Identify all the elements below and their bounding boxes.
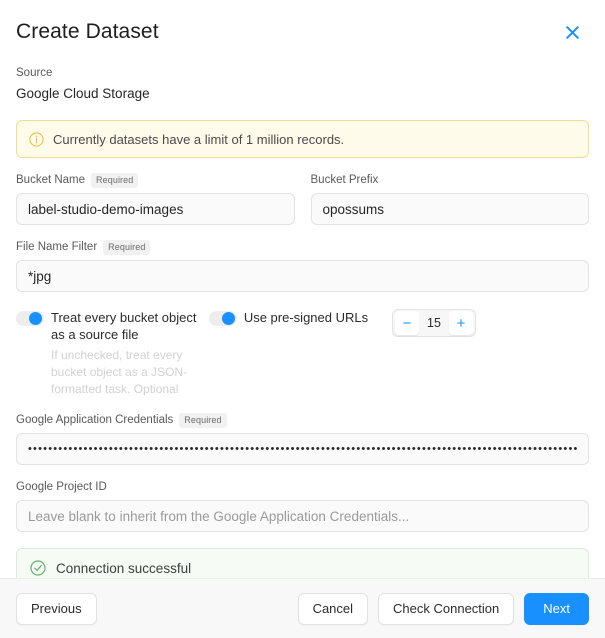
google-project-id-field: Google Project ID: [16, 480, 589, 532]
stepper-decrement-button[interactable]: −: [395, 311, 419, 335]
dialog-footer: Previous Cancel Check Connection Next: [0, 578, 605, 638]
google-project-id-row: Google Project ID: [16, 480, 589, 532]
required-badge: Required: [103, 240, 151, 255]
toggle-knob: [29, 312, 42, 325]
use-presigned-urls-label: Use pre-signed URLs: [243, 310, 369, 325]
previous-button[interactable]: Previous: [16, 592, 97, 625]
google-project-id-label-text: Google Project ID: [16, 481, 107, 493]
google-application-credentials-label: Google Application Credentials Required: [16, 413, 589, 428]
close-icon[interactable]: [559, 19, 585, 45]
file-name-filter-label-text: File Name Filter: [16, 241, 98, 253]
treat-every-bucket-object-label: Treat every bucket object as a source fi…: [51, 310, 197, 342]
dialog-body: Source Google Cloud Storage Currently da…: [0, 46, 605, 578]
bucket-name-field: Bucket Name Required: [16, 173, 295, 225]
bucket-row: Bucket Name Required Bucket Prefix: [16, 173, 589, 225]
file-name-filter-input[interactable]: [16, 260, 589, 292]
status-banner-text: Connection successful: [56, 560, 192, 576]
next-button[interactable]: Next: [524, 592, 589, 625]
google-application-credentials-field: Google Application Credentials Required: [16, 413, 589, 465]
google-project-id-input[interactable]: [16, 500, 589, 532]
create-dataset-dialog: Create Dataset Source Google Cloud Stora…: [0, 0, 605, 638]
dialog-header: Create Dataset: [0, 0, 605, 46]
source-label: Source: [16, 67, 53, 79]
bucket-prefix-field: Bucket Prefix: [310, 173, 590, 225]
expire-minutes-stepper[interactable]: − 15 +: [392, 309, 476, 337]
bucket-prefix-input[interactable]: [310, 193, 589, 225]
google-application-credentials-row: Google Application Credentials Required: [16, 413, 589, 465]
info-circle-icon: [29, 131, 44, 147]
file-name-filter-field: File Name Filter Required: [16, 240, 589, 292]
bucket-name-input[interactable]: [16, 193, 295, 225]
use-presigned-urls-toggle[interactable]: [208, 311, 237, 326]
google-project-id-label: Google Project ID: [16, 480, 589, 495]
treat-every-bucket-object-helper-text: If unchecked, treat every bucket object …: [51, 348, 188, 396]
bucket-prefix-label-text: Bucket Prefix: [310, 174, 379, 186]
stepper-value: 15: [427, 316, 441, 330]
bucket-name-label: Bucket Name Required: [16, 173, 295, 188]
warning-banner: Currently datasets have a limit of 1 mil…: [16, 120, 589, 158]
warning-text: Currently datasets have a limit of 1 mil…: [53, 131, 345, 147]
file-name-filter-label: File Name Filter Required: [16, 240, 589, 255]
bucket-prefix-label: Bucket Prefix: [311, 173, 590, 188]
check-connection-button[interactable]: Check Connection: [378, 592, 515, 625]
treat-every-bucket-object-toggle[interactable]: [16, 311, 44, 326]
check-circle-icon: [30, 560, 46, 576]
source-value: Google Cloud Storage: [16, 86, 150, 101]
required-badge: Required: [179, 413, 227, 428]
file-name-filter-row: File Name Filter Required: [16, 240, 589, 292]
bucket-name-label-text: Bucket Name: [16, 174, 86, 186]
status-banner: Connection successful: [16, 548, 589, 578]
page-title: Create Dataset: [16, 20, 159, 43]
stepper-increment-button[interactable]: +: [449, 311, 473, 335]
use-presigned-urls-toggle-group: Use pre-signed URLs: [208, 309, 392, 326]
toggle-knob: [221, 312, 235, 325]
treat-every-bucket-object-toggle-group: Treat every bucket object as a source fi…: [16, 309, 209, 343]
close-icon-glyph: [565, 25, 579, 39]
google-application-credentials-label-text: Google Application Credentials: [16, 414, 174, 426]
options-row: Treat every bucket object as a source fi…: [16, 309, 589, 343]
cancel-button[interactable]: Cancel: [297, 592, 369, 625]
required-badge: Required: [91, 173, 139, 188]
google-application-credentials-input[interactable]: [16, 433, 589, 465]
